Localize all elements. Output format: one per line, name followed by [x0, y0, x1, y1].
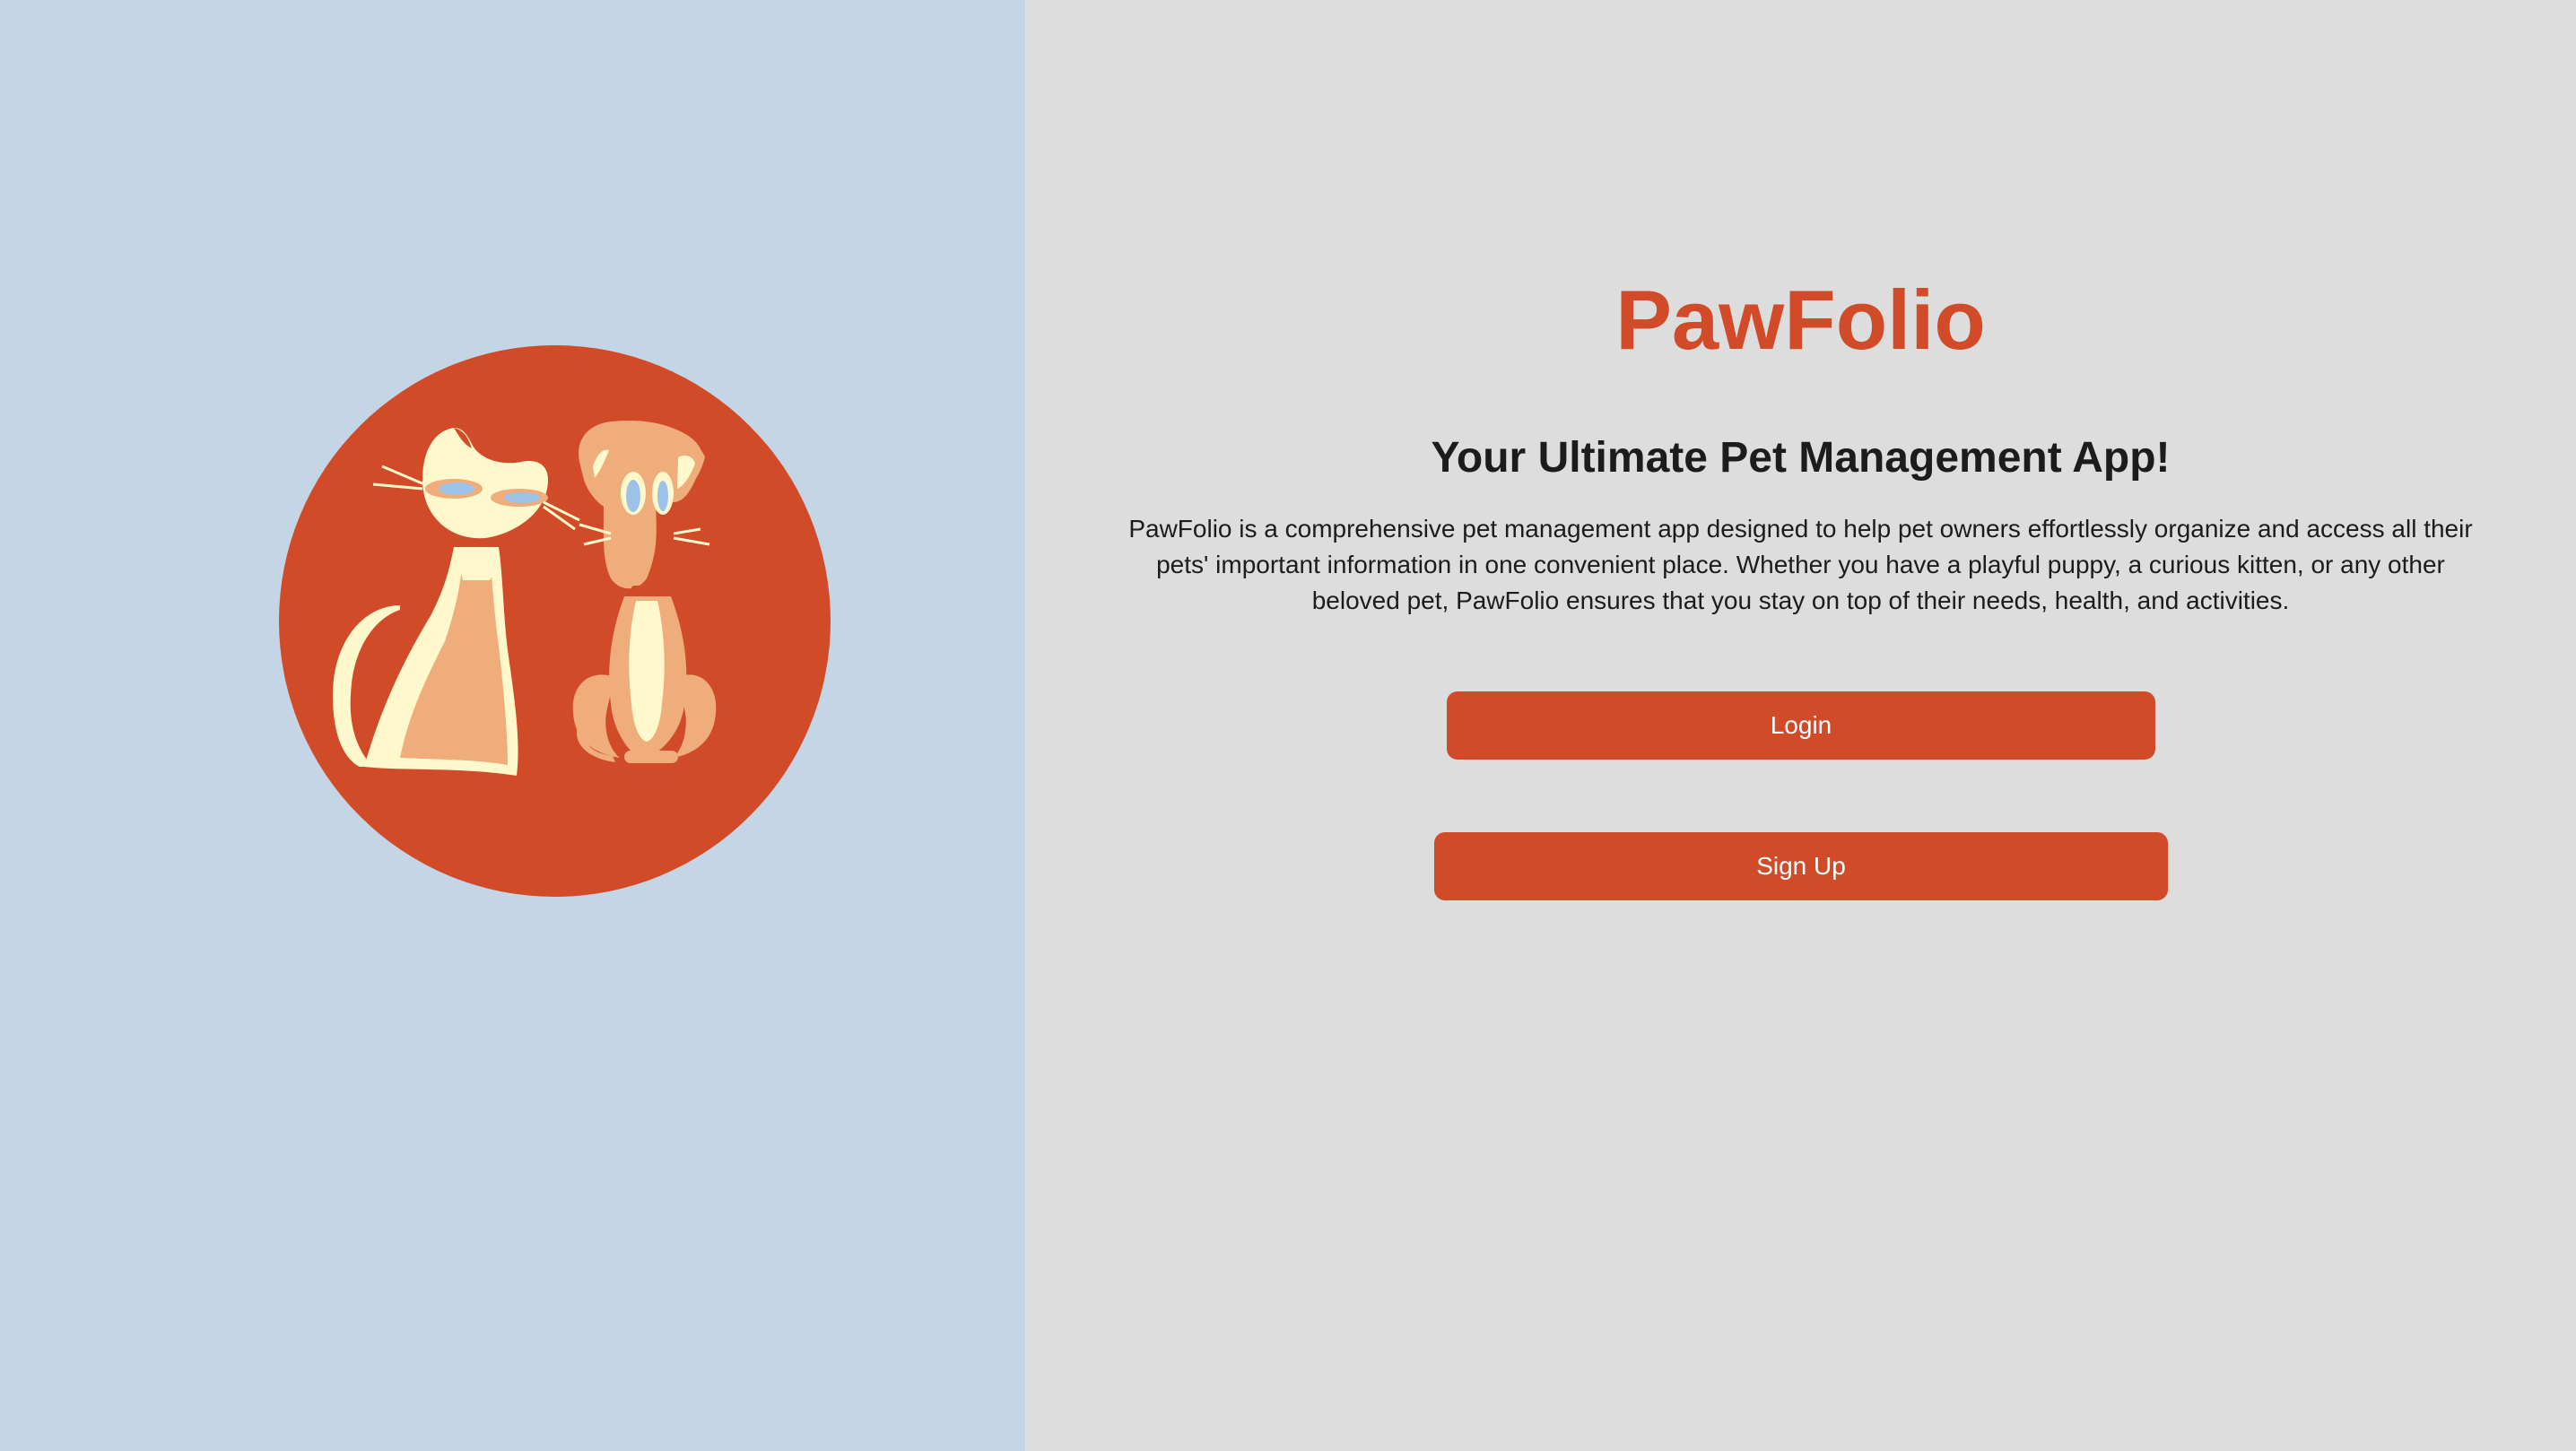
app-title: PawFolio — [1615, 273, 1986, 367]
hero-illustration-panel — [0, 0, 1025, 1451]
app-description: PawFolio is a comprehensive pet manageme… — [1128, 515, 2473, 614]
app-subtitle: Your Ultimate Pet Management App! — [1431, 434, 2171, 482]
landing-page: PawFolio Your Ultimate Pet Management Ap… — [0, 0, 2576, 1451]
intro-panel: PawFolio Your Ultimate Pet Management Ap… — [1025, 0, 2576, 1451]
sign-up-button[interactable]: Sign Up — [1434, 832, 2168, 900]
login-button[interactable]: Login — [1447, 691, 2155, 760]
cat-and-dog-logo-icon — [279, 345, 831, 897]
